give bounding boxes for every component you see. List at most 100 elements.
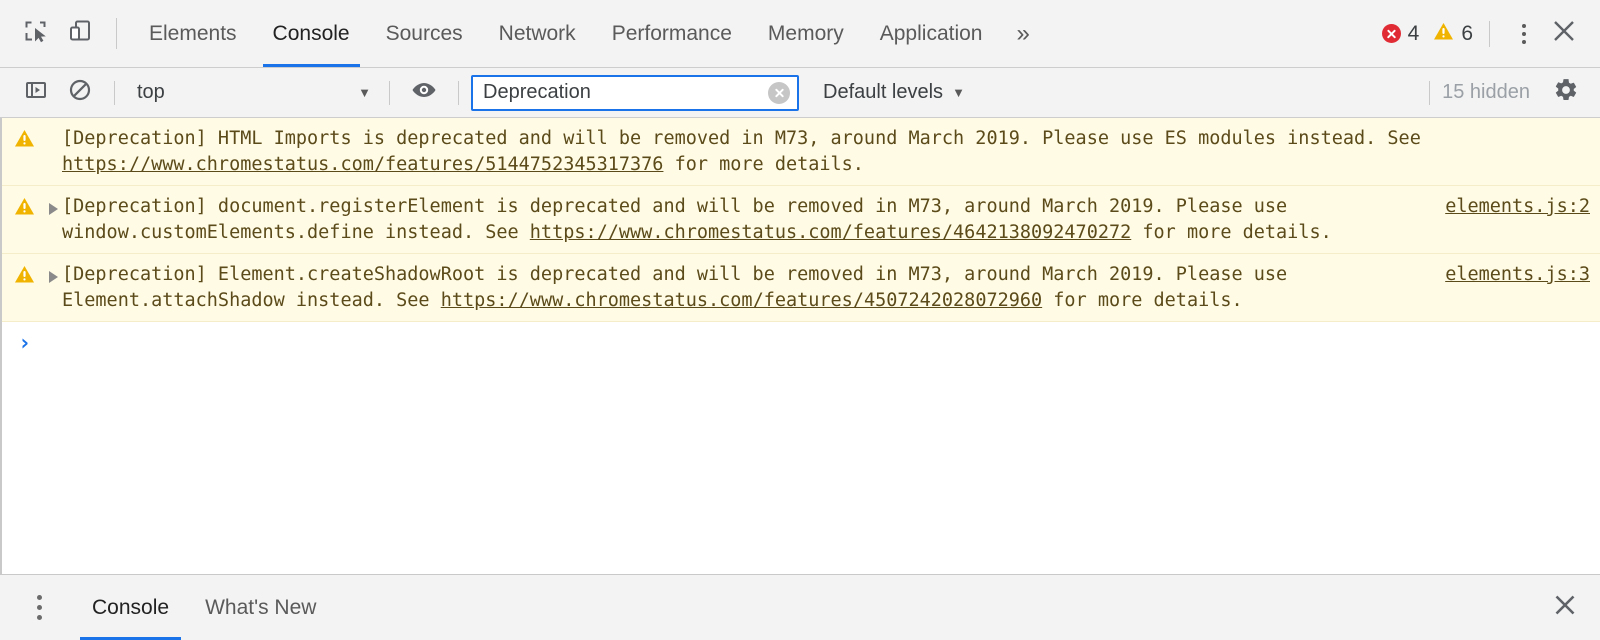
filter-divider-1 xyxy=(114,80,115,105)
message-text: [Deprecation] HTML Imports is deprecated… xyxy=(62,126,1590,177)
message-level-icon-wrap xyxy=(14,126,44,177)
error-icon xyxy=(1381,24,1401,43)
console-sidebar-icon xyxy=(24,78,48,107)
log-levels-selector[interactable]: Default levels ▼ xyxy=(813,76,975,110)
tab-network[interactable]: Network xyxy=(481,0,594,67)
kebab-dot xyxy=(36,615,42,620)
warning-icon xyxy=(14,198,35,220)
console-message-row[interactable]: [Deprecation] document.registerElement i… xyxy=(2,186,1600,254)
drawer-tab-console[interactable]: Console xyxy=(74,575,187,640)
drawer-menu-button[interactable] xyxy=(22,575,56,640)
drawer-tab-console-label: Console xyxy=(92,595,170,619)
console-settings-button[interactable] xyxy=(1544,77,1588,108)
close-icon xyxy=(1551,18,1577,49)
inspect-element-icon xyxy=(23,18,49,49)
message-level-icon-wrap xyxy=(14,262,44,313)
console-prompt-input[interactable] xyxy=(41,332,1590,353)
tab-console[interactable]: Console xyxy=(255,0,368,67)
message-text: [Deprecation] Element.createShadowRoot i… xyxy=(62,262,1445,313)
execution-context-label: top xyxy=(137,81,165,103)
tab-console-label: Console xyxy=(272,21,350,45)
kebab-dot xyxy=(1522,39,1526,44)
close-icon xyxy=(1552,592,1578,623)
warning-icon xyxy=(14,266,35,288)
clear-console-icon xyxy=(68,78,92,107)
console-filter-field[interactable] xyxy=(471,74,799,111)
toolbar-divider xyxy=(116,18,117,49)
tab-application-label: Application xyxy=(879,21,983,45)
warning-count-badge[interactable]: 6 xyxy=(1433,22,1473,46)
drawer-tabs: Console What's New xyxy=(74,575,334,640)
warning-icon xyxy=(1433,22,1454,46)
console-sidebar-toggle-button[interactable] xyxy=(14,76,58,110)
inspect-element-button[interactable] xyxy=(14,0,58,67)
kebab-dot xyxy=(36,605,42,610)
drawer-tab-whats-new-label: What's New xyxy=(205,595,317,619)
tab-elements-label: Elements xyxy=(149,21,237,45)
tab-sources[interactable]: Sources xyxy=(368,0,481,67)
console-message-row[interactable]: [Deprecation] HTML Imports is deprecated… xyxy=(2,118,1600,186)
tab-application[interactable]: Application xyxy=(862,0,1001,67)
clear-console-button[interactable] xyxy=(58,76,102,110)
console-message-list[interactable]: [Deprecation] HTML Imports is deprecated… xyxy=(0,118,1600,574)
devtools-window: Elements Console Sources Network Perform… xyxy=(0,0,1600,640)
console-prompt[interactable]: › xyxy=(2,322,1600,366)
tab-performance-label: Performance xyxy=(611,21,732,45)
chevron-double-right-icon: » xyxy=(1016,19,1029,47)
drawer-close-button[interactable] xyxy=(1530,575,1600,640)
device-toolbar-icon xyxy=(67,18,93,49)
log-levels-label: Default levels xyxy=(823,81,944,103)
message-text-tail: for more details. xyxy=(663,153,864,175)
console-message-row[interactable]: [Deprecation] Element.createShadowRoot i… xyxy=(2,254,1600,322)
prompt-chevron-icon: › xyxy=(18,331,32,356)
console-filter-toolbar: top ▼ Default levels ▼ 15 hidden xyxy=(0,68,1600,118)
chevron-down-icon: ▼ xyxy=(358,85,371,100)
message-link[interactable]: https://www.chromestatus.com/features/51… xyxy=(62,154,663,175)
gear-icon xyxy=(1553,77,1579,108)
live-expression-button[interactable] xyxy=(402,76,446,110)
message-link[interactable]: https://www.chromestatus.com/features/46… xyxy=(530,222,1131,243)
filter-divider-4 xyxy=(1429,80,1431,105)
chevron-right-icon xyxy=(48,271,58,283)
device-toolbar-button[interactable] xyxy=(58,0,102,67)
toolbar-divider-2 xyxy=(1489,20,1490,47)
more-tabs-button[interactable]: » xyxy=(1000,0,1043,67)
chevron-right-icon xyxy=(48,203,58,215)
tab-elements[interactable]: Elements xyxy=(131,0,255,67)
message-source-link[interactable]: elements.js:2 xyxy=(1445,194,1590,220)
message-source-link[interactable]: elements.js:3 xyxy=(1445,262,1590,288)
hidden-messages-label: 15 hidden xyxy=(1442,81,1530,103)
expand-message-button[interactable] xyxy=(44,194,62,245)
message-level-icon-wrap xyxy=(14,194,44,245)
tab-sources-label: Sources xyxy=(385,21,463,45)
warning-count-label: 6 xyxy=(1461,21,1473,45)
kebab-dot xyxy=(36,595,42,600)
drawer-tab-whats-new[interactable]: What's New xyxy=(187,575,334,640)
clear-filter-button[interactable] xyxy=(768,81,790,104)
error-count-badge[interactable]: 4 xyxy=(1381,21,1420,46)
eye-icon xyxy=(411,80,437,105)
tab-performance[interactable]: Performance xyxy=(594,0,750,67)
warning-icon xyxy=(14,130,35,152)
filter-input[interactable] xyxy=(483,81,759,104)
filter-right-group: 15 hidden xyxy=(1417,77,1588,108)
close-devtools-button[interactable] xyxy=(1542,18,1586,49)
tab-memory[interactable]: Memory xyxy=(750,0,862,67)
message-text-body: [Deprecation] HTML Imports is deprecated… xyxy=(62,128,1432,149)
main-menu-button[interactable] xyxy=(1506,23,1542,44)
drawer-toolbar: Console What's New xyxy=(0,574,1600,640)
kebab-dot xyxy=(1522,31,1526,36)
chevron-down-icon: ▼ xyxy=(952,85,965,100)
panel-tabs: Elements Console Sources Network Perform… xyxy=(131,0,1044,67)
message-text-tail: for more details. xyxy=(1131,221,1332,243)
execution-context-selector[interactable]: top ▼ xyxy=(127,76,377,110)
message-text-tail: for more details. xyxy=(1042,289,1243,311)
filter-divider-3 xyxy=(458,80,459,105)
toolbar-right-group: 4 6 xyxy=(1381,0,1600,67)
message-link[interactable]: https://www.chromestatus.com/features/45… xyxy=(441,290,1042,311)
message-text: [Deprecation] document.registerElement i… xyxy=(62,194,1445,245)
tab-memory-label: Memory xyxy=(767,21,844,45)
error-count-label: 4 xyxy=(1407,21,1420,45)
filter-divider-2 xyxy=(389,80,390,105)
expand-message-button[interactable] xyxy=(44,262,62,313)
